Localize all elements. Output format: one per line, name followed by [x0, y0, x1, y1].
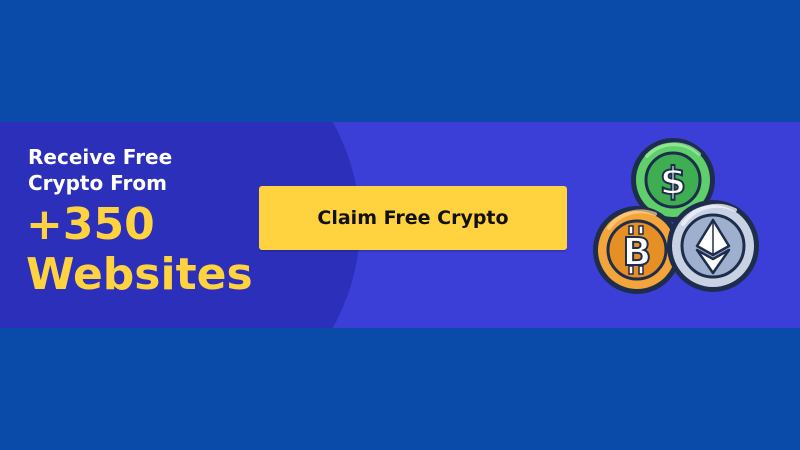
websites-label: Websites — [26, 249, 253, 300]
claim-free-crypto-button[interactable]: Claim Free Crypto — [259, 186, 567, 250]
crypto-coins-illustration: $ B — [593, 138, 759, 294]
headline-line-2: Crypto From — [28, 171, 167, 195]
banner-headline: Receive Free Crypto From — [28, 144, 172, 196]
website-count: +350 — [26, 199, 155, 250]
promo-banner[interactable]: Receive Free Crypto From +350 Websites C… — [0, 122, 800, 328]
page: Receive Free Crypto From +350 Websites C… — [0, 0, 800, 450]
dollar-glyph: $ — [660, 159, 686, 203]
ethereum-coin-icon — [667, 200, 759, 292]
bitcoin-glyph: B — [623, 230, 652, 274]
headline-line-1: Receive Free — [28, 145, 173, 169]
